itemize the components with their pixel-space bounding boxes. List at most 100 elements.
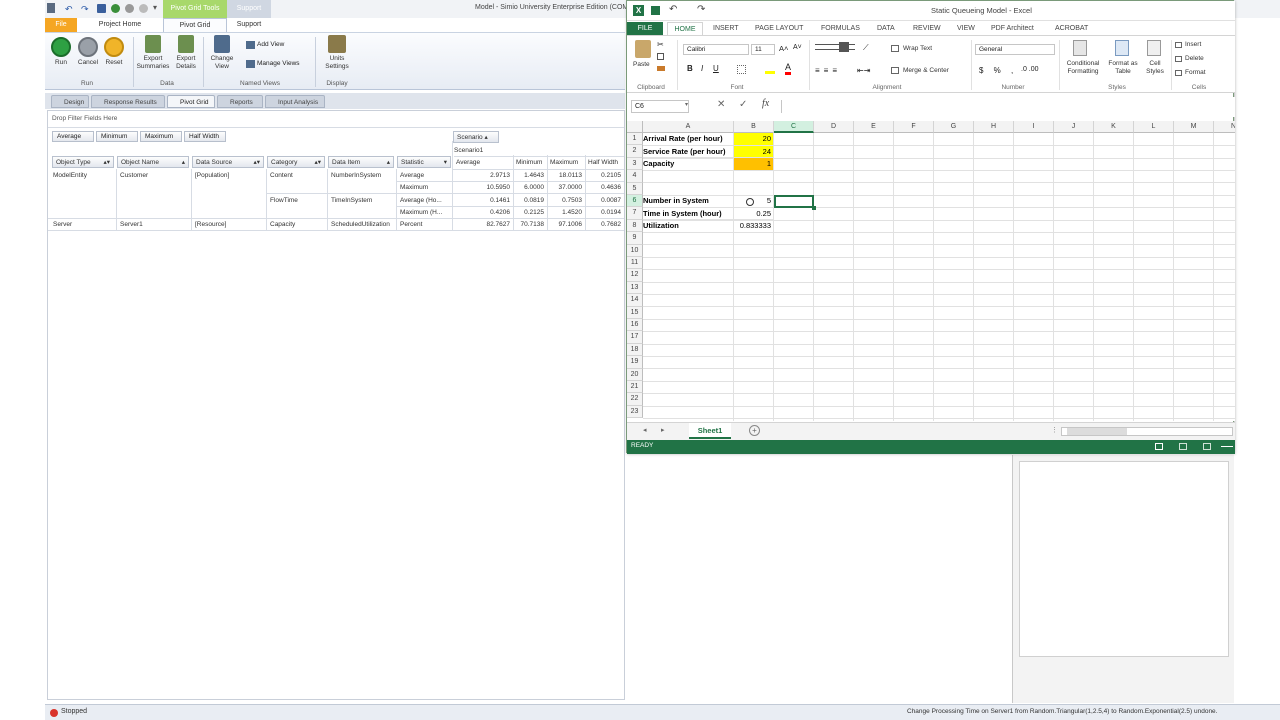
column-header-I[interactable]: I xyxy=(1014,121,1054,133)
font-size-dropdown[interactable]: 11 xyxy=(751,44,775,55)
insert-cells-button[interactable]: Insert xyxy=(1185,41,1201,48)
column-header-L[interactable]: L xyxy=(1134,121,1174,133)
row-header-3[interactable]: 3 xyxy=(627,157,643,171)
redo-icon[interactable]: ↷ xyxy=(697,4,705,15)
header-statistic[interactable]: Statistic ▾ xyxy=(397,156,451,168)
column-header-F[interactable]: F xyxy=(894,121,934,133)
increase-font-icon[interactable]: A˄ xyxy=(779,44,788,53)
tab-project-home[interactable]: Project Home xyxy=(90,18,150,32)
export-details-button[interactable]: Export Details xyxy=(172,35,200,71)
horizontal-align-icons[interactable]: ≡≡≡ xyxy=(815,66,841,75)
row-header-15[interactable]: 15 xyxy=(627,306,643,319)
insert-function-icon[interactable]: fx xyxy=(762,98,769,109)
column-header-K[interactable]: K xyxy=(1094,121,1134,133)
doc-tab-design[interactable]: Design xyxy=(51,95,89,108)
cell-A6[interactable]: Number in System xyxy=(643,195,734,208)
italic-icon[interactable]: I xyxy=(701,64,703,73)
format-painter-icon[interactable] xyxy=(657,66,665,71)
column-header-N[interactable]: N xyxy=(1214,121,1235,133)
change-view-button[interactable]: Change View xyxy=(205,35,239,71)
add-view-button[interactable]: Add View xyxy=(257,41,284,48)
row-header-19[interactable]: 19 xyxy=(627,356,643,369)
row-header-9[interactable]: 9 xyxy=(627,232,643,245)
doc-tab-reports[interactable]: Reports xyxy=(217,95,263,108)
format-as-table-button[interactable]: Format as Table xyxy=(1105,60,1141,76)
row-header-14[interactable]: 14 xyxy=(627,294,643,307)
units-settings-button[interactable]: Units Settings xyxy=(319,35,355,71)
tab-page-layout[interactable]: PAGE LAYOUT xyxy=(755,22,803,35)
field-maximum-button[interactable]: Maximum xyxy=(140,131,182,142)
undo-icon[interactable]: ↶ xyxy=(669,4,677,15)
cell-A8[interactable]: Utilization xyxy=(643,220,734,233)
column-header-M[interactable]: M xyxy=(1174,121,1214,133)
horizontal-scrollbar-thumb[interactable] xyxy=(1067,428,1127,435)
cell-A3[interactable]: Capacity xyxy=(643,158,734,171)
column-header-A[interactable]: A xyxy=(643,121,734,133)
tab-file[interactable]: FILE xyxy=(627,22,663,35)
row-header-20[interactable]: 20 xyxy=(627,368,643,381)
save-icon[interactable] xyxy=(651,6,660,15)
cell-B2[interactable]: 24 xyxy=(734,145,774,159)
spreadsheet-grid[interactable]: ABCDEFGHIJKLMN 1 2 3 4 5 6 7 8 9 10 11 12 13 14 15 16 17… xyxy=(627,121,1235,421)
header-object-name[interactable]: Object Name ▴ xyxy=(117,156,189,168)
number-format-icons[interactable]: $ % , xyxy=(979,66,1017,75)
run-quick-icon[interactable] xyxy=(111,4,120,13)
column-header-J[interactable]: J xyxy=(1054,121,1094,133)
scenario-header[interactable]: Scenario ▴ xyxy=(453,131,499,143)
save-icon[interactable] xyxy=(97,4,106,13)
normal-view-icon[interactable] xyxy=(1155,443,1163,450)
manage-views-button[interactable]: Manage Views xyxy=(257,60,300,67)
fill-color-icon[interactable] xyxy=(765,64,775,74)
delete-cells-button[interactable]: Delete xyxy=(1185,55,1204,62)
row-header-7[interactable]: 7 xyxy=(627,207,643,220)
copy-icon[interactable] xyxy=(657,53,664,60)
name-box-dropdown-icon[interactable]: ▾ xyxy=(685,101,688,108)
header-category[interactable]: Category ▴▾ xyxy=(267,156,325,168)
fill-handle[interactable] xyxy=(812,205,816,210)
name-box[interactable]: C6 xyxy=(631,100,689,113)
tab-acrobat[interactable]: ACROBAT xyxy=(1055,22,1088,35)
merge-center-button[interactable]: Merge & Center xyxy=(903,67,949,74)
row-header-21[interactable]: 21 xyxy=(627,381,643,394)
cell-A7[interactable]: Time in System (hour) xyxy=(643,207,734,221)
header-object-type[interactable]: Object Type ▴▾ xyxy=(52,156,114,168)
orientation-icon[interactable]: ⟋ xyxy=(863,43,869,53)
tab-file[interactable]: File xyxy=(45,18,77,32)
decimal-icons[interactable]: .0 .00 xyxy=(1021,66,1039,73)
cell-A1[interactable]: Arrival Rate (per hour) xyxy=(643,133,734,146)
undo-icon[interactable]: ↶ xyxy=(65,4,73,15)
field-minimum-button[interactable]: Minimum xyxy=(96,131,138,142)
row-header-4[interactable]: 4 xyxy=(627,170,643,183)
row-header-5[interactable]: 5 xyxy=(627,182,643,195)
cell-B6[interactable]: 5 xyxy=(734,195,774,208)
add-sheet-icon[interactable]: + xyxy=(749,425,760,436)
bold-icon[interactable]: B xyxy=(687,64,693,73)
cell-B7[interactable]: 0.25 xyxy=(734,207,774,221)
row-header-6[interactable]: 6 xyxy=(627,195,643,208)
indent-icons[interactable]: ⇤⇥ xyxy=(857,66,870,75)
doc-tab-pivot-grid[interactable]: Pivot Grid xyxy=(167,95,215,108)
borders-icon[interactable] xyxy=(737,65,746,74)
tab-support[interactable]: Support xyxy=(227,18,271,32)
column-header-D[interactable]: D xyxy=(814,121,854,133)
format-cells-button[interactable]: Format xyxy=(1185,69,1206,76)
reset-button[interactable]: Reset xyxy=(102,37,126,66)
stop-quick-icon[interactable] xyxy=(125,4,134,13)
row-header-13[interactable]: 13 xyxy=(627,281,643,295)
sheet-prev-icon[interactable]: ◂ xyxy=(643,426,647,434)
confirm-entry-icon[interactable]: ✓ xyxy=(739,99,747,110)
paste-button[interactable]: Paste xyxy=(633,61,650,68)
field-average-button[interactable]: Average xyxy=(52,131,94,142)
cell-B1[interactable]: 20 xyxy=(734,133,774,146)
sheet-next-icon[interactable]: ▸ xyxy=(661,426,665,434)
cut-icon[interactable]: ✂ xyxy=(657,40,664,49)
wrap-text-button[interactable]: Wrap Text xyxy=(903,45,932,52)
customize-arrow-icon[interactable]: ▾ xyxy=(153,3,157,12)
cancel-entry-icon[interactable]: ✕ xyxy=(717,99,725,110)
decrease-font-icon[interactable]: A˅ xyxy=(793,44,802,51)
underline-icon[interactable]: U xyxy=(713,64,719,73)
selected-cell-C6[interactable] xyxy=(774,195,814,208)
tab-pdf-architect[interactable]: PDF Architect xyxy=(991,22,1034,35)
cell-styles-button[interactable]: Cell Styles xyxy=(1143,60,1167,76)
tab-pivot-grid[interactable]: Pivot Grid xyxy=(163,18,227,32)
